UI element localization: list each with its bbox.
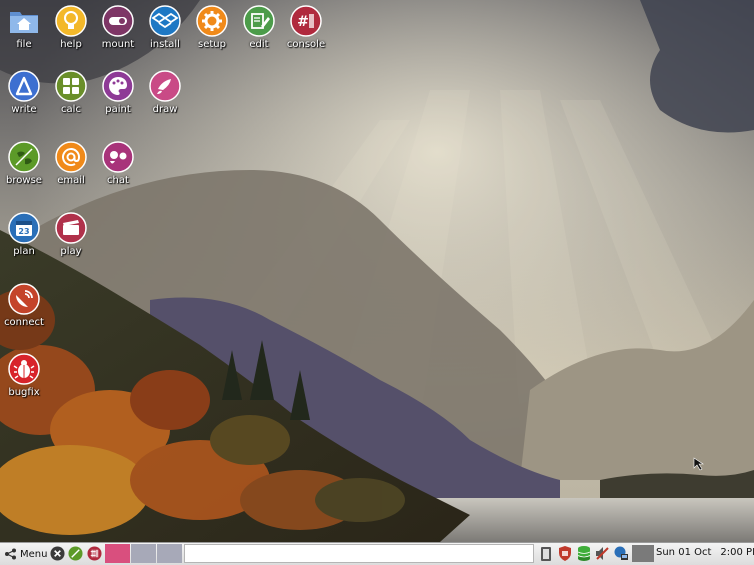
chat-people-icon bbox=[102, 141, 134, 173]
clock[interactable]: Sun 01 Oct 2:00 PM bbox=[656, 547, 754, 558]
palette-icon bbox=[102, 70, 134, 102]
folder-icon bbox=[10, 12, 38, 33]
desktop-icon-label: connect bbox=[4, 317, 44, 328]
menu-label: Menu bbox=[20, 548, 48, 560]
workspace-1[interactable] bbox=[105, 544, 130, 563]
at-sign-icon bbox=[55, 141, 87, 173]
desktop-icon-connect[interactable]: connect bbox=[0, 283, 54, 328]
database-icon[interactable] bbox=[576, 545, 592, 562]
shield-icon[interactable] bbox=[557, 545, 573, 562]
toggle-switch-icon bbox=[102, 5, 134, 37]
calendar-day-number: 23 bbox=[18, 227, 29, 236]
clock-time: 2:00 PM bbox=[720, 547, 754, 558]
calculator-icon bbox=[55, 70, 87, 102]
pencil-notepad-icon bbox=[243, 5, 275, 37]
taskbar: Menu Sun 01 Oct 2:00 PM bbox=[0, 542, 754, 565]
write-a-icon bbox=[8, 70, 40, 102]
desktop-icon-play[interactable]: play bbox=[41, 212, 101, 257]
network-icon[interactable] bbox=[613, 545, 629, 562]
globe-icon bbox=[8, 141, 40, 173]
workspace-3[interactable] bbox=[157, 544, 182, 563]
desktop-icon-label: draw bbox=[152, 104, 178, 115]
calendar-icon: 23 bbox=[8, 212, 40, 244]
desktop-icon-label: console bbox=[286, 39, 326, 50]
menu-button[interactable]: Menu bbox=[2, 545, 49, 563]
browser-launcher-icon[interactable] bbox=[68, 546, 83, 561]
console-hash-glyph: # bbox=[297, 14, 309, 30]
clapperboard-icon bbox=[55, 212, 87, 244]
dropbox-box-icon bbox=[149, 5, 181, 37]
close-all-windows-icon[interactable] bbox=[50, 546, 65, 561]
hash-terminal-icon: # bbox=[290, 5, 322, 37]
workspace-2[interactable] bbox=[131, 544, 156, 563]
volume-muted-icon[interactable] bbox=[594, 545, 610, 562]
menu-dots-icon bbox=[5, 548, 16, 560]
desktop-icon-label: bugfix bbox=[8, 387, 40, 398]
desktop-icon-label: chat bbox=[107, 175, 129, 186]
desktop-icon-draw[interactable]: draw bbox=[135, 70, 195, 115]
desktop-icon-bugfix[interactable]: bugfix bbox=[0, 353, 54, 398]
bug-icon bbox=[8, 353, 40, 385]
clipboard-icon[interactable] bbox=[538, 545, 554, 562]
lightbulb-icon bbox=[55, 5, 87, 37]
clock-date: Sun 01 Oct bbox=[656, 547, 712, 558]
gray-square-icon[interactable] bbox=[632, 545, 654, 562]
desktop-icon-console[interactable]: # console bbox=[276, 5, 336, 50]
satellite-dish-icon bbox=[8, 283, 40, 315]
desktop-icon-label: play bbox=[60, 246, 82, 257]
gear-icon bbox=[196, 5, 228, 37]
window-list[interactable] bbox=[184, 544, 534, 563]
console-launcher-icon[interactable] bbox=[87, 546, 102, 561]
desktop-icon-chat[interactable]: chat bbox=[88, 141, 148, 186]
draw-brush-icon bbox=[149, 70, 181, 102]
